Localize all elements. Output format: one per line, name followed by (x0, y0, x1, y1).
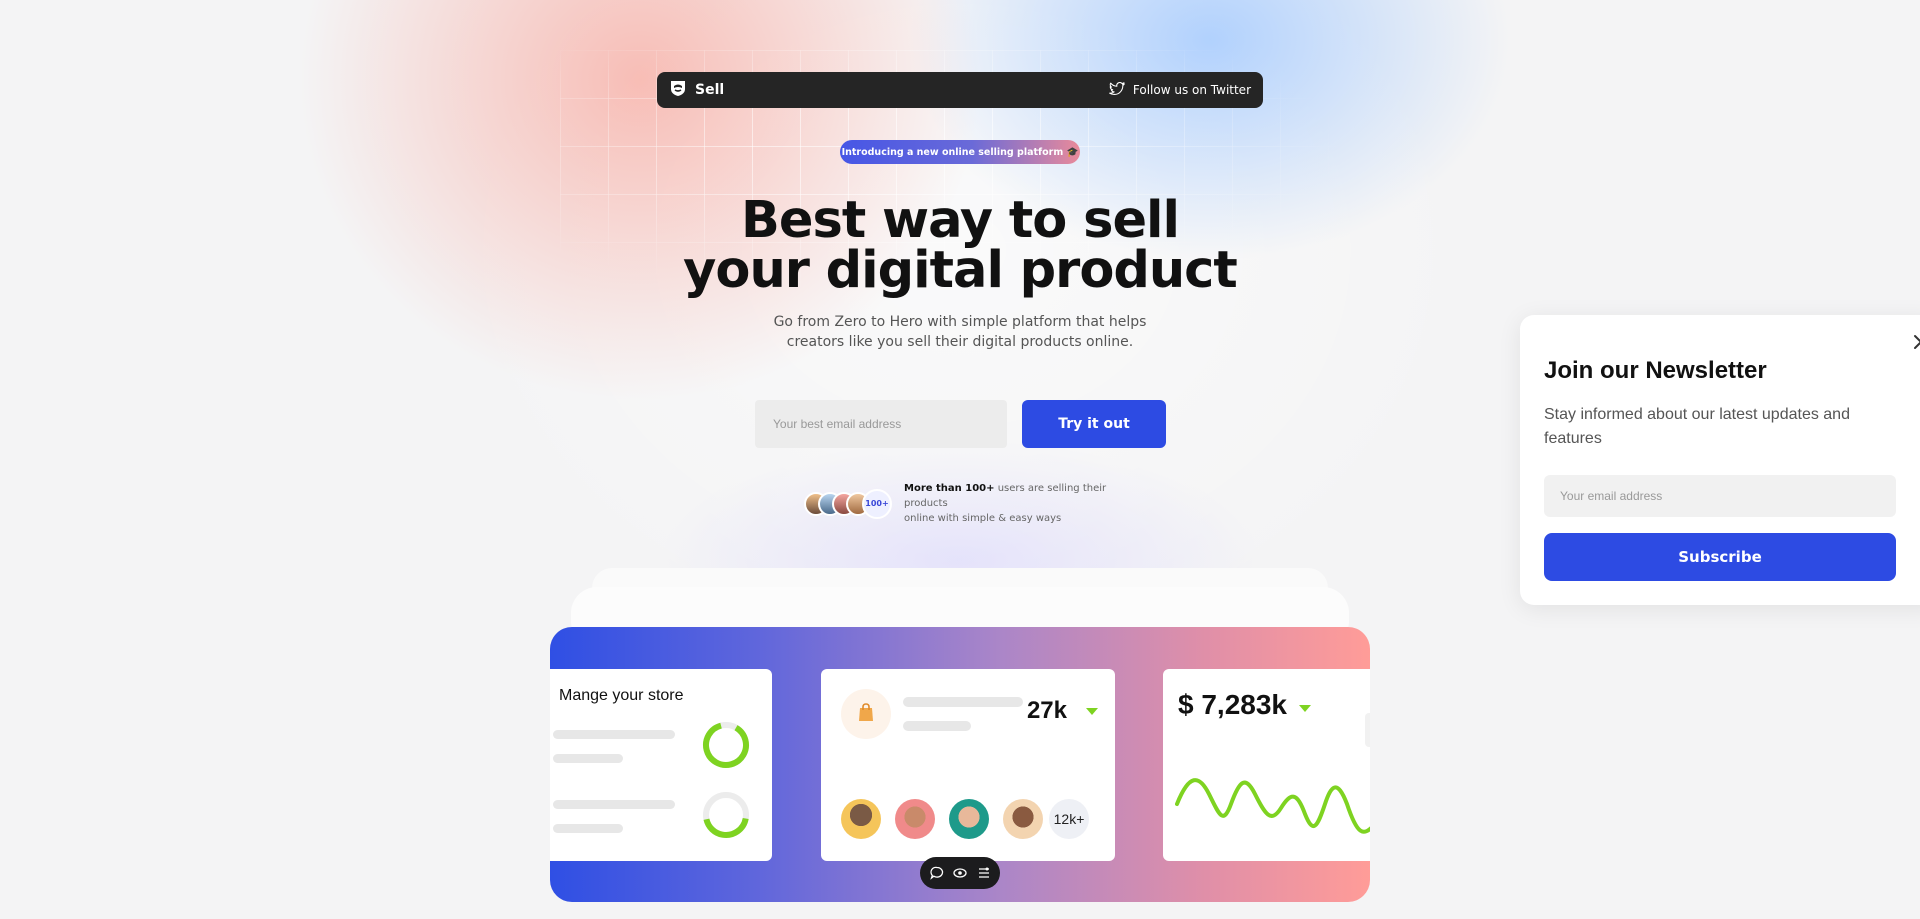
follow-twitter-link[interactable]: Follow us on Twitter (1109, 81, 1251, 99)
trend-down-icon (1299, 705, 1311, 712)
subtext-line-1: Go from Zero to Hero with simple platfor… (773, 314, 1147, 330)
placeholder-bar (553, 800, 675, 809)
hero-headline: Best way to sell your digital product (560, 191, 1360, 300)
subscribe-button[interactable]: Subscribe (1544, 533, 1896, 581)
avatar (949, 799, 989, 839)
placeholder-bar (903, 721, 971, 731)
brand[interactable]: Sell (669, 79, 724, 101)
users-highlight: More than 100+ (904, 483, 995, 494)
close-icon[interactable] (1912, 333, 1920, 355)
subtext-line-2: creators like you sell their digital pro… (786, 334, 1134, 350)
comment-icon[interactable] (929, 866, 944, 880)
avatar (841, 799, 881, 839)
floating-toolbar (920, 857, 1000, 889)
revenue-card: $ 7,283k (1163, 669, 1370, 861)
avatar (1003, 799, 1043, 839)
headline-line-1: Best way to sell (741, 191, 1180, 250)
headline-line-2: your digital product (683, 241, 1238, 300)
revenue-value: $ 7,283k (1178, 689, 1287, 720)
social-proof: 100+ More than 100+ users are selling th… (804, 481, 1144, 526)
sales-count: 27k (1026, 697, 1067, 724)
twitter-icon (1109, 81, 1125, 99)
newsletter-title: Join our Newsletter (1544, 357, 1767, 384)
shield-logo-icon (669, 79, 687, 101)
users-description: More than 100+ users are selling their p… (904, 481, 1144, 526)
newsletter-email-input[interactable] (1544, 475, 1896, 517)
placeholder-bar (553, 824, 623, 833)
sales-card: 27k 12k+ (821, 669, 1115, 861)
progress-ring (703, 792, 749, 838)
try-it-out-button[interactable]: Try it out (1022, 400, 1166, 448)
eye-icon[interactable] (953, 866, 967, 880)
placeholder-bar (903, 697, 1023, 707)
store-card: Mange your store (550, 669, 772, 861)
users-text-part-2: online with simple & easy ways (904, 513, 1062, 524)
hero-email-input[interactable] (755, 400, 1007, 448)
intro-badge[interactable]: Introducing a new online selling platfor… (840, 140, 1080, 164)
customers-count: 12k+ (1049, 799, 1089, 839)
top-bar: Sell Follow us on Twitter (657, 72, 1263, 108)
scroll-handle[interactable] (1365, 713, 1370, 747)
trend-down-icon (1086, 708, 1098, 715)
avatar (895, 799, 935, 839)
list-settings-icon[interactable] (977, 866, 991, 880)
brand-name: Sell (695, 82, 725, 98)
newsletter-subtitle: Stay informed about our latest updates a… (1544, 406, 1850, 447)
newsletter-popup: Join our Newsletter Stay informed about … (1520, 315, 1920, 605)
hero-subtext: Go from Zero to Hero with simple platfor… (760, 312, 1160, 352)
placeholder-bar (553, 754, 623, 763)
revenue-sparkline (1175, 778, 1370, 834)
twitter-link-label: Follow us on Twitter (1132, 83, 1251, 97)
users-count-badge: 100+ (862, 488, 892, 519)
store-card-title: Mange your store (559, 687, 684, 704)
bag-icon-wrap (841, 689, 891, 739)
shopping-bag-icon (857, 702, 875, 726)
progress-ring (703, 722, 749, 768)
placeholder-bar (553, 730, 675, 739)
